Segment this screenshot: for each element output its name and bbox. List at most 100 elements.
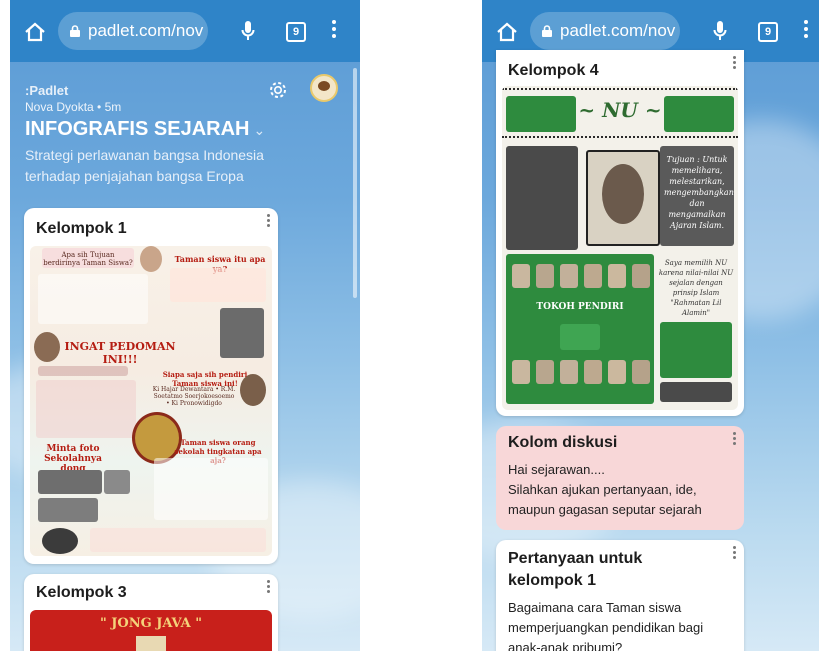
post-title: Kolom diskusi	[508, 434, 618, 451]
infographic-textblock	[660, 382, 732, 402]
infographic-textblock	[170, 268, 266, 302]
person-photo	[34, 332, 60, 362]
author-line: Nova Dyokta • 5m	[25, 100, 122, 114]
infographic-textblock	[506, 146, 578, 250]
tab-switcher-button[interactable]: 9	[758, 22, 778, 42]
post-body-line: Bagaimana cara Taman siswa	[508, 600, 682, 615]
dotted-divider	[502, 136, 738, 138]
nu-infographic-image[interactable]: ~ NU ~ Tujuan : Untuk memelihara, melest…	[502, 86, 738, 410]
founder-photo	[632, 264, 650, 288]
founder-photo	[632, 360, 650, 384]
person-photo	[140, 246, 162, 272]
post-title: Kelompok 1	[36, 220, 127, 237]
phone-screen-left: padlet.com/nov 9 :Padlet Nova Dyokta • 5…	[10, 0, 360, 651]
person-photo	[240, 374, 266, 406]
founder-photo	[584, 264, 602, 288]
infographic-textblock	[154, 458, 268, 520]
tokoh-panel: TOKOH PENDIRI	[506, 254, 654, 404]
post-body: Hai sejarawan.... Silahkan ajukan pertan…	[508, 460, 702, 520]
post-card-kelompok-4[interactable]: Kelompok 4 ~ NU ~ Tujuan : Untuk memelih…	[496, 50, 744, 416]
avatar[interactable]	[310, 74, 338, 102]
post-card-kolom-diskusi[interactable]: Kolom diskusi Hai sejarawan.... Silahkan…	[496, 426, 744, 530]
jong-java-title: " JONG JAVA "	[99, 616, 203, 631]
person-photo	[42, 528, 78, 554]
founder-photo	[512, 360, 530, 384]
post-menu-icon[interactable]	[733, 546, 736, 561]
scrollbar[interactable]	[353, 68, 357, 298]
founder-photo	[536, 360, 554, 384]
logo-badge	[136, 636, 166, 651]
infographic-textblock	[38, 274, 148, 324]
infographic-textblock: Tujuan : Untuk memelihara, melestarikan,…	[660, 146, 734, 246]
lock-icon	[70, 25, 80, 37]
school-photo	[38, 498, 98, 522]
infographic-text: Ki Hajar Dewantara • R.M. Soetatmo Soerj…	[152, 386, 236, 407]
page-description: Strategi perlawanan bangsa Indonesia ter…	[25, 147, 264, 184]
address-bar[interactable]: padlet.com/nov	[58, 12, 208, 50]
motto-text: Saya memilih NU karena nilai-nilai NU se…	[658, 259, 734, 317]
post-card-pertanyaan[interactable]: Pertanyaan untuk kelompok 1 Bagaimana ca…	[496, 540, 744, 651]
gear-icon[interactable]	[268, 80, 288, 100]
url-text: padlet.com/nov	[560, 21, 676, 40]
post-card-kelompok-1[interactable]: Kelompok 1 Apa sih Tujuan berdirinya Tam…	[24, 208, 278, 564]
post-title-line: Pertanyaan untuk	[508, 550, 643, 567]
title-text: INFOGRAFIS SEJARAH	[25, 118, 250, 140]
phone-screen-right: padlet.com/nov 9 Kelompok 4 ~ NU ~ Tujua…	[482, 0, 819, 651]
founder-portrait	[586, 150, 660, 246]
founder-photo	[608, 264, 626, 288]
tab-switcher-button[interactable]: 9	[286, 22, 306, 42]
post-body-line: memperjuangkan pendidikan bagi	[508, 620, 704, 635]
post-body-line: maupun gagasan seputar sejarah	[508, 502, 702, 517]
founder-photo	[608, 360, 626, 384]
post-card-kelompok-3[interactable]: Kelompok 3 " JONG JAVA "	[24, 574, 278, 651]
school-photo	[38, 470, 102, 494]
infographic-heading: INGAT PEDOMAN INI!!!	[64, 340, 176, 366]
founder-photo	[584, 360, 602, 384]
tujuan-text: Tujuan : Untuk memelihara, melestarikan,…	[664, 155, 734, 230]
post-menu-icon[interactable]	[733, 432, 736, 445]
post-title: Pertanyaan untuk kelompok 1	[508, 548, 642, 592]
address-bar[interactable]: padlet.com/nov	[530, 12, 680, 50]
portrait-face	[602, 164, 644, 224]
padlet-logo[interactable]: :Padlet	[25, 83, 68, 98]
browser-menu-icon[interactable]	[332, 20, 336, 41]
post-menu-icon[interactable]	[733, 56, 736, 71]
post-title: Kelompok 3	[36, 584, 127, 601]
infographic-image[interactable]: Apa sih Tujuan berdirinya Taman Siswa? T…	[30, 246, 272, 556]
jong-java-image[interactable]: " JONG JAVA "	[30, 610, 272, 651]
founder-photo	[512, 264, 530, 288]
person-photo	[220, 308, 264, 358]
nu-logo-center	[560, 324, 600, 350]
post-title-line: kelompok 1	[508, 572, 597, 589]
post-menu-icon[interactable]	[267, 580, 270, 595]
microphone-icon[interactable]	[713, 20, 727, 42]
infographic-textblock	[36, 380, 136, 438]
tokoh-heading: TOKOH PENDIRI	[536, 302, 624, 312]
dotted-divider	[502, 88, 738, 90]
post-body-line: anak-anak pribumi?	[508, 640, 623, 651]
url-text: padlet.com/nov	[88, 21, 204, 40]
post-body: Bagaimana cara Taman siswa memperjuangka…	[508, 598, 703, 651]
post-title: Kelompok 4	[508, 62, 599, 79]
infographic-textblock	[38, 366, 128, 376]
post-body-line: Hai sejarawan....	[508, 462, 605, 477]
nu-logo-left	[506, 96, 576, 132]
founder-photo	[536, 264, 554, 288]
home-icon[interactable]	[496, 22, 518, 42]
infographic-textblock	[90, 528, 266, 552]
ulama-group-photo	[660, 322, 732, 378]
school-photo	[104, 470, 130, 494]
page-title[interactable]: INFOGRAFIS SEJARAH ⌄	[25, 118, 265, 141]
microphone-icon[interactable]	[241, 20, 255, 42]
browser-toolbar: padlet.com/nov 9	[10, 0, 360, 62]
home-icon[interactable]	[24, 22, 46, 42]
founder-photo	[560, 360, 578, 384]
post-body-line: Silahkan ajukan pertanyaan, ide,	[508, 482, 697, 497]
nu-logo-right	[664, 96, 734, 132]
browser-menu-icon[interactable]	[804, 20, 808, 41]
chevron-down-icon[interactable]: ⌄	[253, 122, 265, 138]
lock-icon	[542, 25, 552, 37]
founder-photo	[560, 264, 578, 288]
nu-heading: ~ NU ~	[578, 98, 662, 122]
post-menu-icon[interactable]	[267, 214, 270, 229]
